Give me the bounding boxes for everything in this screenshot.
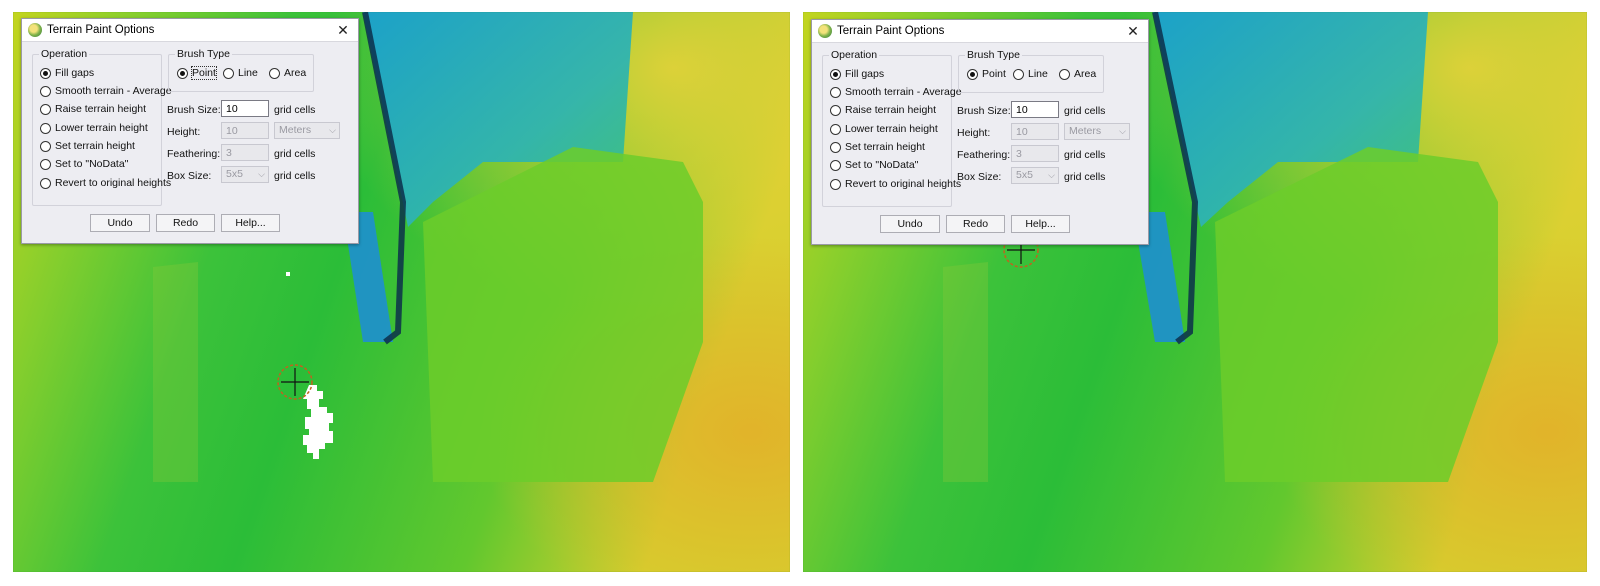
redo-button[interactable]: Redo [946, 215, 1005, 233]
undo-button[interactable]: Undo [880, 215, 940, 233]
radio-dot[interactable] [223, 67, 234, 79]
height-unit-select: Meters ⌵ [274, 122, 340, 139]
radio-dot[interactable] [830, 159, 841, 171]
feathering-unit: grid cells [1064, 149, 1106, 161]
height-label: Height: [167, 126, 201, 138]
box-size-unit: grid cells [1064, 171, 1106, 183]
feathering-label: Feathering: [167, 148, 221, 160]
brush-size-label: Brush Size: [957, 105, 1011, 117]
brush-size-unit: grid cells [274, 104, 316, 116]
radio-raise-terrain-height[interactable]: Raise terrain height [830, 104, 936, 116]
dialog-title: Terrain Paint Options [837, 25, 945, 37]
height-label: Height: [957, 127, 991, 139]
radio-brush-point[interactable]: Point [177, 66, 217, 80]
radio-brush-line[interactable]: Line [223, 67, 258, 79]
chevron-down-icon: ⌵ [1048, 170, 1055, 180]
height-unit-select: Meters ⌵ [1064, 123, 1130, 140]
radio-smooth-terrain-average[interactable]: Smooth terrain - Average [830, 86, 962, 98]
radio-dot[interactable] [830, 104, 841, 116]
box-size-label: Box Size: [957, 171, 1002, 183]
box-size-select: 5x5 ⌵ [1011, 167, 1059, 184]
radio-dot[interactable] [830, 123, 841, 135]
globe-app-icon [818, 24, 832, 38]
radio-dot[interactable] [40, 177, 51, 189]
chevron-down-icon: ⌵ [258, 169, 265, 179]
radio-smooth-terrain-average[interactable]: Smooth terrain - Average [40, 85, 172, 97]
close-button[interactable]: ✕ [334, 21, 352, 39]
globe-app-icon [28, 23, 42, 37]
radio-brush-area[interactable]: Area [1059, 68, 1096, 80]
radio-dot[interactable] [269, 67, 280, 79]
operation-group: Operation Fill gaps Smooth terrain - Ave… [822, 49, 962, 207]
terrain-paint-options-dialog: Terrain Paint Options ✕ Operation Fill g… [811, 19, 1149, 245]
operation-group: Operation Fill gaps Smooth terrain - Ave… [32, 48, 172, 206]
brush-type-group-label: Brush Type [175, 48, 232, 60]
box-size-unit: grid cells [274, 170, 316, 182]
brush-size-label: Brush Size: [167, 104, 221, 116]
radio-lower-terrain-height[interactable]: Lower terrain height [40, 122, 148, 134]
radio-revert-to-original-heights[interactable]: Revert to original heights [40, 177, 171, 189]
radio-set-terrain-height[interactable]: Set terrain height [830, 141, 925, 153]
redo-button[interactable]: Redo [156, 214, 215, 232]
radio-dot[interactable] [967, 68, 978, 80]
height-input: 10 [1011, 123, 1059, 140]
feathering-label: Feathering: [957, 149, 1011, 161]
dialog-title: Terrain Paint Options [47, 24, 155, 36]
box-size-label: Box Size: [167, 170, 212, 182]
radio-dot[interactable] [830, 178, 841, 190]
radio-dot[interactable] [40, 122, 51, 134]
radio-dot[interactable] [830, 141, 841, 153]
help-button[interactable]: Help... [221, 214, 280, 232]
radio-fill-gaps[interactable]: Fill gaps [40, 67, 94, 79]
brush-size-input[interactable]: 10 [221, 100, 269, 117]
radio-set-terrain-height[interactable]: Set terrain height [40, 140, 135, 152]
height-input: 10 [221, 122, 269, 139]
radio-lower-terrain-height[interactable]: Lower terrain height [830, 123, 938, 135]
operation-group-label: Operation [829, 49, 880, 61]
radio-dot[interactable] [830, 68, 841, 80]
radio-dot[interactable] [177, 67, 188, 79]
radio-revert-to-original-heights[interactable]: Revert to original heights [830, 178, 961, 190]
radio-raise-terrain-height[interactable]: Raise terrain height [40, 103, 146, 115]
operation-group-label: Operation [39, 48, 90, 60]
brush-type-group-label: Brush Type [965, 49, 1022, 61]
radio-brush-area[interactable]: Area [269, 67, 306, 79]
dialog-titlebar[interactable]: Terrain Paint Options ✕ [22, 19, 358, 42]
brush-size-unit: grid cells [1064, 105, 1106, 117]
brush-type-group: Brush Type Point Line Area [168, 48, 314, 92]
radio-brush-line[interactable]: Line [1013, 68, 1048, 80]
feathering-unit: grid cells [274, 148, 316, 160]
radio-fill-gaps[interactable]: Fill gaps [830, 68, 884, 80]
radio-dot[interactable] [40, 158, 51, 170]
undo-button[interactable]: Undo [90, 214, 150, 232]
radio-dot[interactable] [40, 67, 51, 79]
radio-brush-point[interactable]: Point [967, 68, 1006, 80]
dialog-titlebar[interactable]: Terrain Paint Options ✕ [812, 20, 1148, 43]
radio-dot[interactable] [1059, 68, 1070, 80]
brush-type-group: Brush Type Point Line Area [958, 49, 1104, 93]
feathering-input: 3 [1011, 145, 1059, 162]
box-size-select: 5x5 ⌵ [221, 166, 269, 183]
radio-dot[interactable] [40, 103, 51, 115]
feathering-input: 3 [221, 144, 269, 161]
brush-size-input[interactable]: 10 [1011, 101, 1059, 118]
terrain-paint-options-dialog: Terrain Paint Options ✕ Operation Fill g… [21, 18, 359, 244]
map-view-before[interactable]: Terrain Paint Options ✕ Operation Fill g… [13, 12, 790, 572]
chevron-down-icon: ⌵ [1119, 126, 1126, 136]
help-button[interactable]: Help... [1011, 215, 1070, 233]
chevron-down-icon: ⌵ [329, 125, 336, 135]
close-button[interactable]: ✕ [1124, 22, 1142, 40]
radio-dot[interactable] [830, 86, 841, 98]
radio-set-to-nodata[interactable]: Set to "NoData" [40, 158, 128, 170]
radio-dot[interactable] [1013, 68, 1024, 80]
gap-pixel [286, 272, 290, 276]
radio-dot[interactable] [40, 140, 51, 152]
map-view-after[interactable]: Terrain Paint Options ✕ Operation Fill g… [803, 12, 1587, 572]
radio-set-to-nodata[interactable]: Set to "NoData" [830, 159, 918, 171]
radio-dot[interactable] [40, 85, 51, 97]
